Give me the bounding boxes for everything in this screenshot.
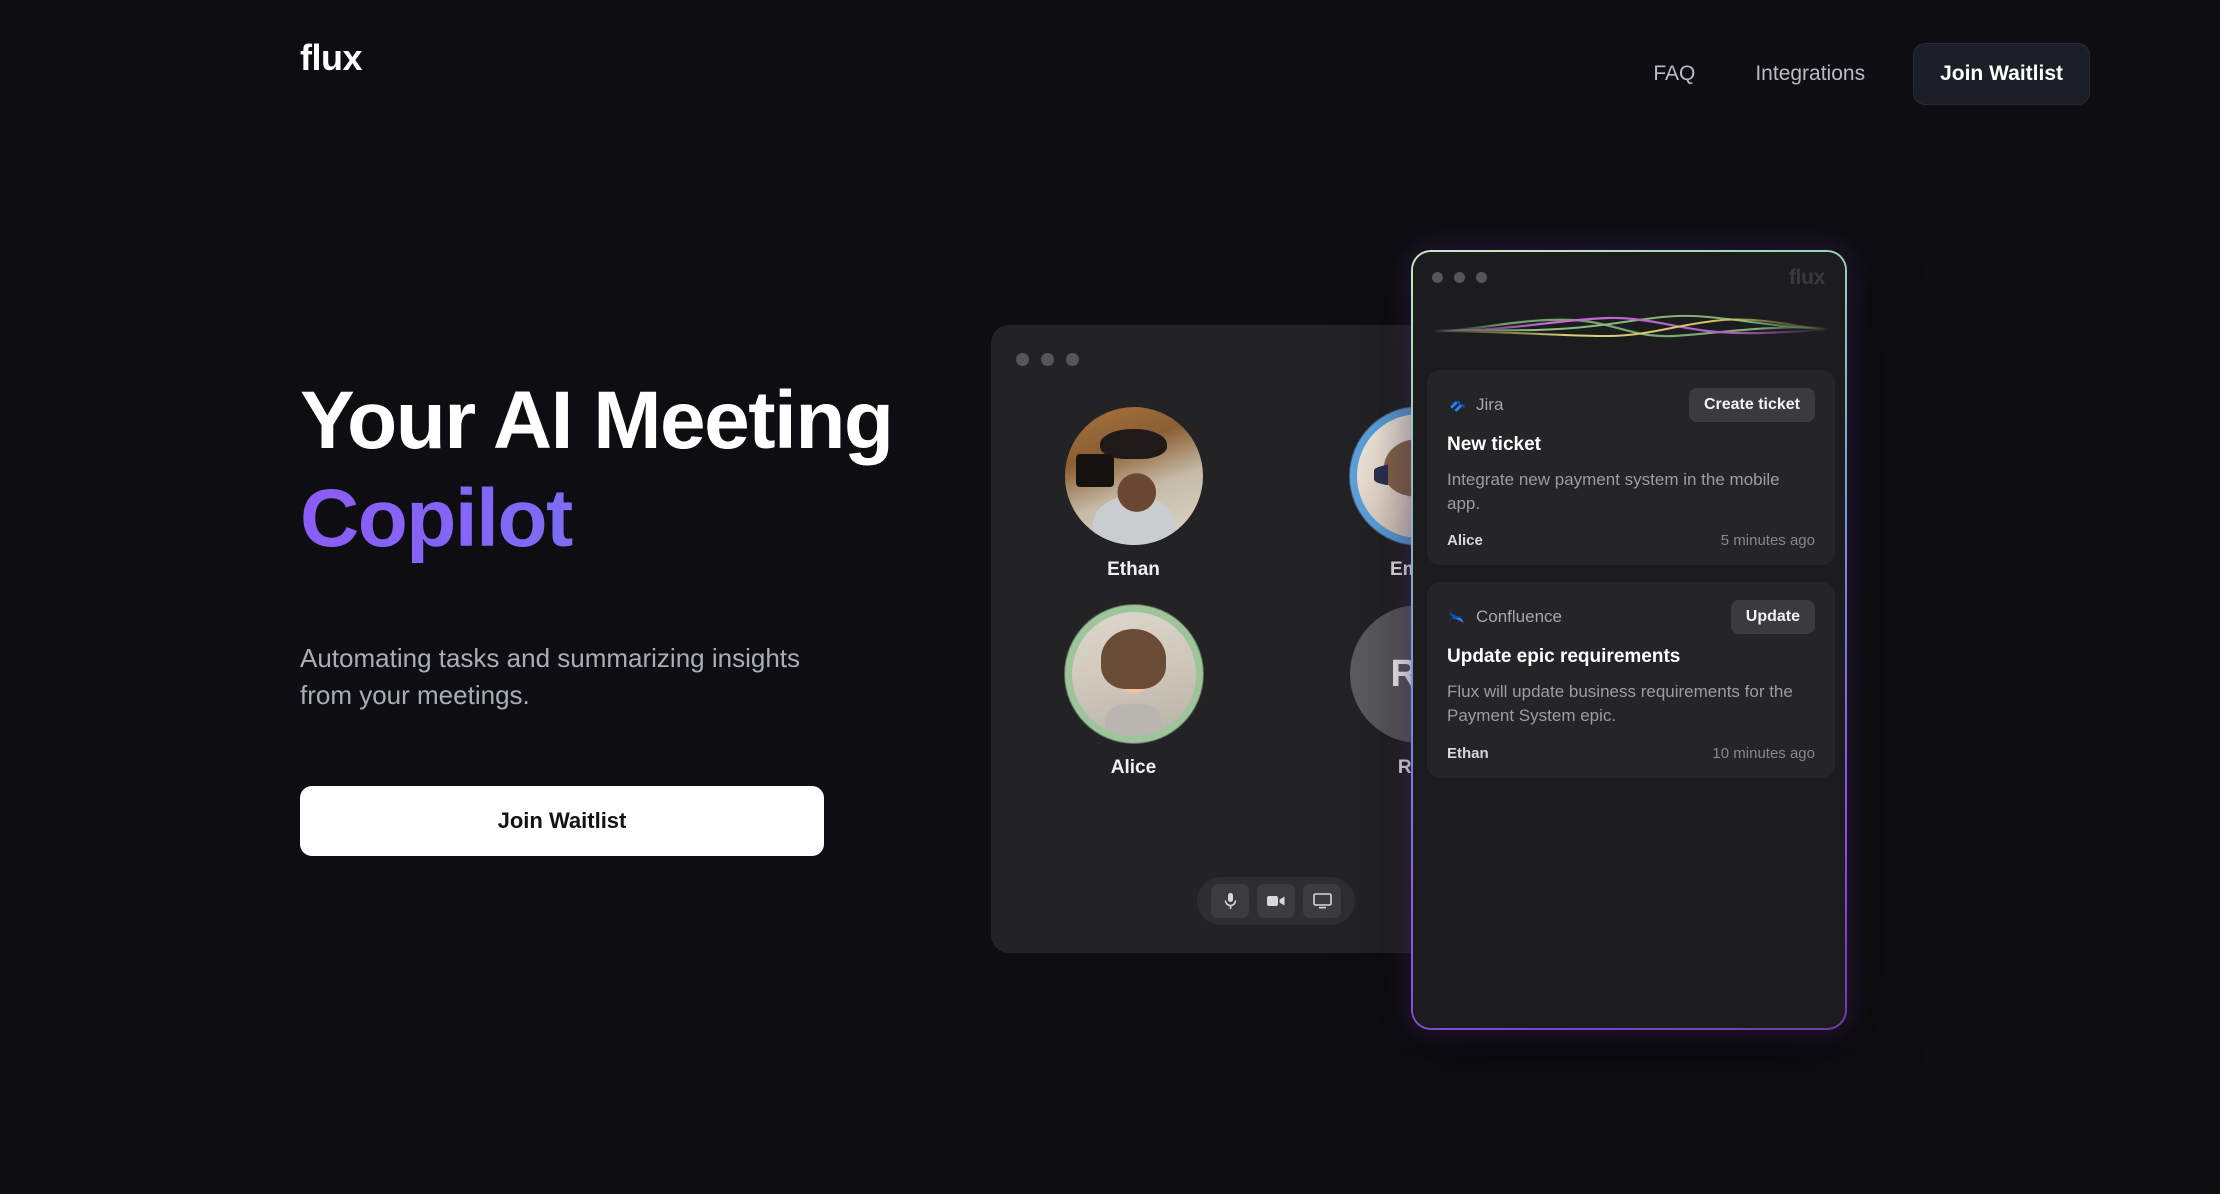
window-traffic-lights [1016, 353, 1079, 366]
window-dot-minimize-icon[interactable] [1041, 353, 1054, 366]
video-camera-icon [1267, 896, 1285, 906]
brand-logo[interactable]: flux [300, 40, 363, 76]
meeting-control-bar [1197, 877, 1355, 925]
nav-link-integrations[interactable]: Integrations [1725, 30, 1895, 118]
avatar-photo-ethan [1064, 407, 1203, 545]
jira-icon [1450, 400, 1465, 412]
video-camera-button[interactable] [1257, 884, 1295, 918]
audio-waveform-icon [1433, 314, 1829, 338]
card-footer: Alice 5 minutes ago [1447, 532, 1815, 549]
card-author: Alice [1447, 532, 1483, 550]
nav-right-group: FAQ Integrations Join Waitlist [1623, 30, 2090, 118]
flux-watermark-logo: flux [1788, 266, 1825, 289]
card-header: Jira Create ticket [1447, 388, 1815, 422]
hero-join-waitlist-button[interactable]: Join Waitlist [300, 785, 824, 856]
card-title: New ticket [1447, 434, 1541, 455]
avatar [1064, 407, 1203, 545]
landing-page: flux FAQ Integrations Join Waitlist Your… [0, 0, 2220, 1194]
flux-dot-maximize-icon[interactable] [1476, 272, 1487, 283]
assistant-card-jira: Jira Create ticket New ticket Integrate … [1427, 370, 1835, 566]
assistant-card-list: Jira Create ticket New ticket Integrate … [1427, 370, 1835, 795]
confluence-icon [1448, 611, 1465, 623]
top-navigation-bar: flux FAQ Integrations Join Waitlist [0, 0, 2220, 130]
flux-assistant-panel: flux Jira Create ticket New ticket Integ… [1411, 250, 1847, 1030]
card-title: Update epic requirements [1447, 646, 1681, 668]
participant-avatar-ring-speaking [1064, 605, 1203, 743]
nav-join-waitlist-button[interactable]: Join Waitlist [1913, 43, 2090, 105]
flux-window-traffic-lights [1432, 272, 1487, 283]
card-source: Jira [1447, 395, 1503, 415]
card-timestamp: 5 minutes ago [1720, 532, 1815, 550]
flux-dot-close-icon[interactable] [1432, 272, 1443, 283]
card-author: Ethan [1447, 744, 1489, 762]
card-footer: Ethan 10 minutes ago [1447, 745, 1815, 762]
nav-link-faq[interactable]: FAQ [1623, 30, 1725, 118]
window-dot-maximize-icon[interactable] [1066, 353, 1079, 366]
card-body-text: Integrate new payment system in the mobi… [1447, 470, 1780, 514]
screen-share-icon [1312, 893, 1332, 909]
card-header: Confluence Update [1447, 600, 1815, 635]
flux-dot-minimize-icon[interactable] [1454, 272, 1465, 283]
card-timestamp: 10 minutes ago [1712, 744, 1815, 762]
microphone-icon [1224, 892, 1236, 909]
participant-name: Ethan [1107, 559, 1160, 580]
hero-subtitle: Automating tasks and summarizing insight… [300, 643, 801, 710]
card-source: Confluence [1447, 607, 1562, 627]
participant-tile[interactable]: Alice [991, 605, 1276, 779]
card-source-label: Confluence [1476, 607, 1563, 627]
participant-tile[interactable]: Ethan [991, 407, 1276, 581]
participant-avatar-ring [1064, 407, 1203, 545]
window-dot-close-icon[interactable] [1016, 353, 1029, 366]
screen-share-button[interactable] [1303, 884, 1341, 918]
update-button[interactable]: Update [1730, 600, 1815, 635]
flux-panel-inner: flux Jira Create ticket New ticket Integ… [1413, 252, 1845, 1028]
card-source-label: Jira [1476, 395, 1504, 414]
assistant-card-confluence: Confluence Update Update epic requiremen… [1427, 582, 1835, 778]
headline-line-1: Your AI Meeting [300, 375, 894, 466]
avatar-photo-alice [1071, 612, 1196, 736]
avatar [1071, 612, 1196, 736]
create-ticket-button[interactable]: Create ticket [1688, 388, 1815, 422]
participant-name: Alice [1110, 757, 1157, 778]
microphone-button[interactable] [1211, 884, 1249, 918]
card-body-text: Flux will update business requirements f… [1447, 682, 1793, 726]
